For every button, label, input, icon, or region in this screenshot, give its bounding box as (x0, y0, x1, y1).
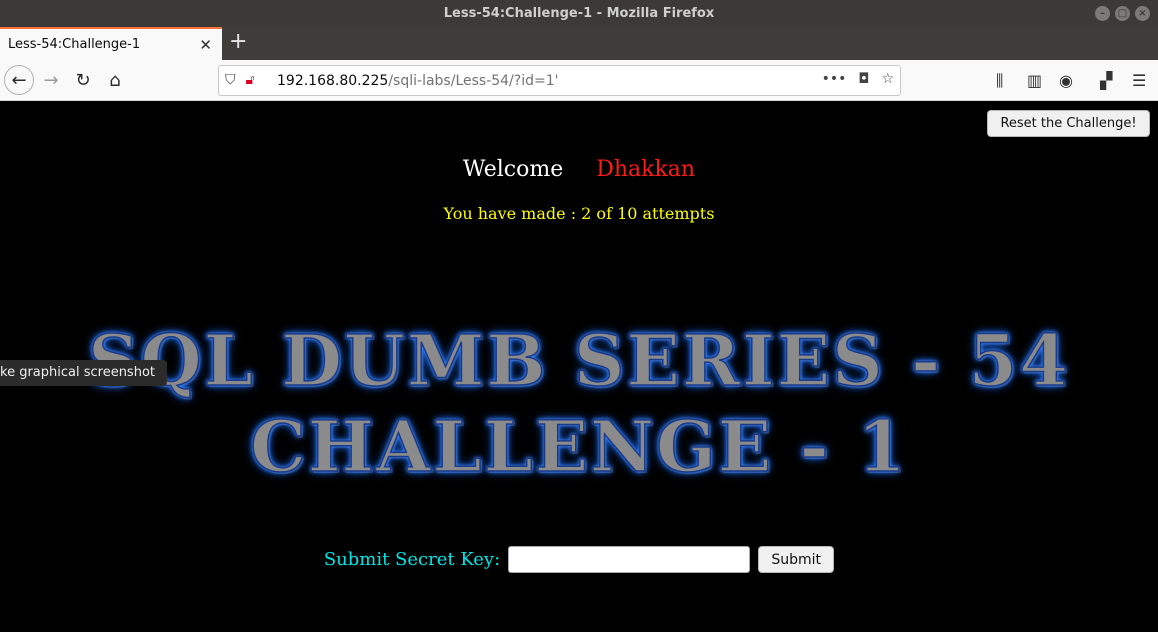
banner-line-1: SQL DUMB SERIES - 54 (87, 318, 1070, 403)
url-actions: ••• ◘ ☆ (822, 71, 894, 87)
window-controls: – □ × (1095, 6, 1150, 21)
tab-label: Less-54:Challenge-1 (8, 37, 141, 52)
close-window-icon[interactable]: × (1135, 6, 1150, 21)
sidebar-icon[interactable]: ▥ (1027, 71, 1042, 90)
navigation-bar: ← → ↻ ⌂ ⛉ 🔓︎ 192.168.80.225 /sqli-labs/L… (0, 60, 1158, 101)
shield-icon[interactable]: ⛉ (225, 72, 236, 88)
window-title: Less-54:Challenge-1 - Mozilla Firefox (443, 6, 715, 21)
pocket-icon[interactable]: ◘ (858, 71, 869, 87)
more-icon[interactable]: ••• (822, 71, 847, 87)
reload-icon[interactable]: ↻ (68, 65, 98, 95)
welcome-text: Welcome (462, 157, 564, 182)
menu-icon[interactable]: ☰ (1132, 71, 1146, 90)
tab-active[interactable]: Less-54:Challenge-1 ✕ (0, 27, 222, 60)
star-icon[interactable]: ☆ (881, 71, 894, 87)
secret-key-input[interactable] (508, 546, 751, 573)
banner-line-2: CHALLENGE - 1 (249, 404, 908, 489)
back-arrow-icon[interactable]: ← (4, 65, 34, 95)
tooltip: ke graphical screenshot (0, 360, 167, 386)
library-icon[interactable]: ⫼ (996, 71, 1003, 91)
account-icon[interactable]: ◉ (1059, 71, 1073, 90)
address-bar[interactable]: ⛉ 🔓︎ 192.168.80.225 /sqli-labs/Less-54/?… (218, 65, 901, 96)
extensions-icon[interactable]: ▞ (1100, 71, 1112, 90)
attempts-counter: You have made : 2 of 10 attempts (443, 204, 715, 223)
submit-button[interactable]: Submit (758, 546, 835, 573)
welcome-line: Welcome Dhakkan (0, 157, 1158, 182)
secret-key-label: Submit Secret Key: (323, 549, 501, 570)
user-name: Dhakkan (596, 157, 696, 182)
reset-challenge-button[interactable]: Reset the Challenge! (987, 110, 1150, 137)
insecure-lock-icon[interactable]: 🔓︎ (246, 72, 255, 88)
secret-key-form: Submit Secret Key: Submit (0, 546, 1158, 573)
close-icon[interactable]: ✕ (199, 36, 212, 54)
forward-arrow-icon[interactable]: → (36, 65, 66, 95)
url-security-indicators: ⛉ 🔓︎ (225, 72, 255, 88)
tab-strip: Less-54:Challenge-1 ✕ + (0, 27, 1158, 60)
home-icon[interactable]: ⌂ (100, 65, 130, 95)
plus-icon[interactable]: + (229, 29, 247, 54)
maximize-icon[interactable]: □ (1115, 6, 1130, 21)
challenge-banner: SQL DUMB SERIES - 54 CHALLENGE - 1 (0, 318, 1158, 490)
url-path: /sqli-labs/Less-54/?id=1' (388, 72, 559, 89)
url-host: 192.168.80.225 (277, 72, 389, 89)
window-titlebar: Less-54:Challenge-1 - Mozilla Firefox – … (0, 0, 1158, 27)
minimize-icon[interactable]: – (1095, 6, 1110, 21)
